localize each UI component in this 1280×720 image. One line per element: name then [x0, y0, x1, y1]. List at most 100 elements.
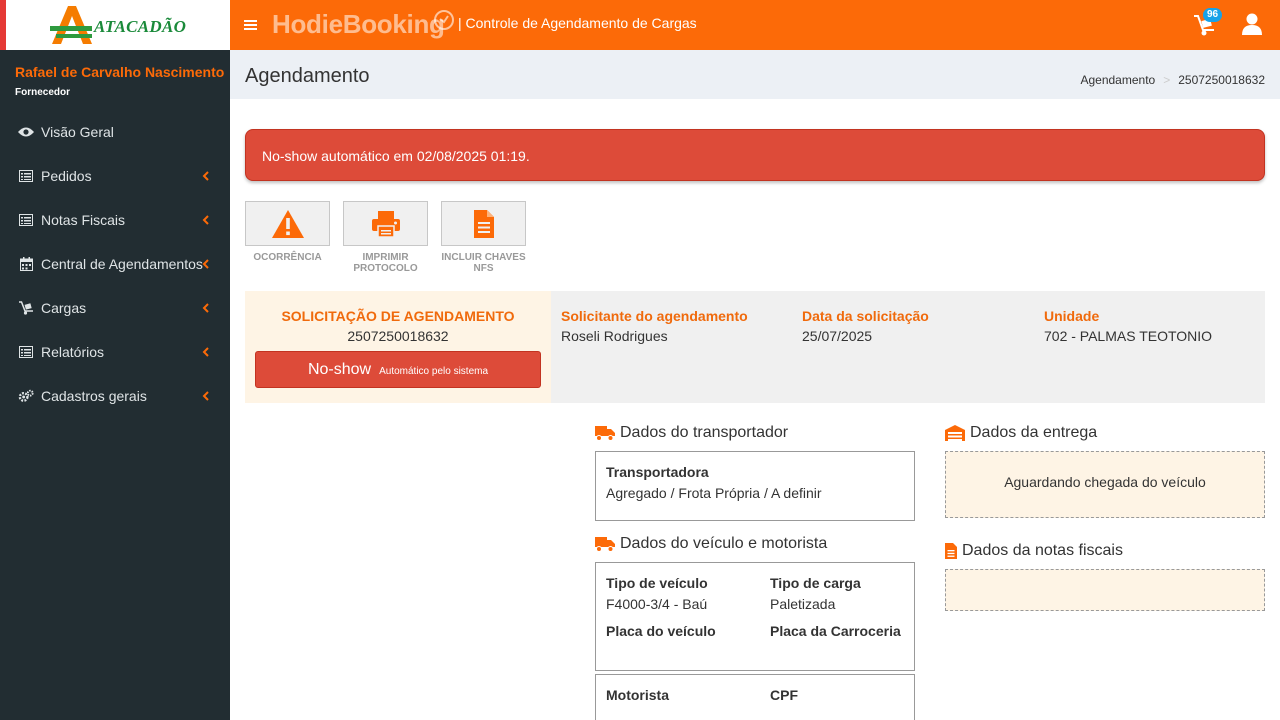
truck-icon	[595, 426, 615, 441]
section-title-text: Dados da entrega	[970, 424, 1098, 441]
vehicle-card: Tipo de veículo F4000-3/4 - Baú Tipo de …	[595, 562, 915, 671]
breadcrumb-separator: >	[1163, 73, 1171, 87]
unit-value: 702 - PALMAS TEOTONIO	[1044, 328, 1213, 344]
chevron-left-icon	[202, 171, 209, 181]
include-nfs-keys-button[interactable]: INCLUIR CHAVES NFS	[441, 201, 526, 274]
list-icon	[18, 168, 34, 184]
chevron-left-icon	[202, 391, 209, 401]
request-date-field: Data da solicitação 25/07/2025	[802, 308, 929, 344]
cargo-type-label: Tipo de carga	[770, 575, 861, 591]
sidebar-item-relatorios[interactable]: Relatórios	[0, 330, 230, 374]
content-header: Agendamento Agendamento > 2507250018632	[230, 50, 1280, 99]
eye-icon	[18, 124, 34, 140]
page-title: Agendamento	[245, 65, 370, 87]
no-show-alert: No-show automático em 02/08/2025 01:19.	[245, 129, 1265, 181]
print-protocol-button[interactable]: IMPRIMIR PROTOCOLO	[343, 201, 428, 274]
action-box[interactable]	[343, 201, 428, 246]
vehicle-section-title: Dados do veículo e motorista	[595, 535, 827, 553]
brand-logo[interactable]: ATACADÃO	[0, 0, 230, 50]
sidebar-item-label: Central de Agendamentos	[41, 256, 203, 272]
dolly-icon	[18, 300, 34, 316]
sidebar-item-cargas[interactable]: Cargas	[0, 286, 230, 330]
alert-text: No-show automático em 02/08/2025 01:19.	[262, 148, 530, 164]
top-navbar: ATACADÃO HodieBooking | Controle de Agen…	[0, 0, 1280, 50]
unit-label: Unidade	[1044, 308, 1100, 324]
section-title-text: Dados do veículo e motorista	[620, 535, 828, 552]
sidebar-item-label: Relatórios	[41, 344, 105, 360]
logo-wordmark: ATACADÃO	[94, 17, 187, 36]
notification-badge: 96	[1203, 8, 1223, 22]
requester-value: Roseli Rodrigues	[561, 328, 668, 344]
warning-icon	[271, 209, 304, 238]
user-role: Fornecedor	[15, 87, 71, 98]
carrier-label: Transportadora	[606, 464, 709, 480]
print-icon	[371, 210, 400, 238]
sidebar-item-central-agendamentos[interactable]: Central de Agendamentos	[0, 242, 230, 286]
app-subtitle: | Controle de Agendamento de Cargas	[458, 15, 697, 31]
clock-icon	[434, 10, 454, 30]
vehicle-type-value: F4000-3/4 - Baú	[606, 596, 708, 612]
request-date-value: 25/07/2025	[802, 328, 873, 344]
unit-field: Unidade 702 - PALMAS TEOTONIO	[1044, 308, 1212, 344]
app-name: HodieBooking	[272, 9, 445, 39]
requester-field: Solicitante do agendamento Roseli Rodrig…	[561, 308, 748, 344]
chevron-left-icon	[202, 215, 209, 225]
cargo-type-value: Paletizada	[770, 596, 836, 612]
status-label: No-show	[307, 360, 372, 378]
cpf-label: CPF	[770, 687, 798, 703]
driver-card: Motorista CPF	[595, 674, 915, 720]
chevron-left-icon	[202, 259, 209, 269]
delivery-message: Aguardando chegada do veículo	[1004, 474, 1206, 490]
breadcrumb-item-current: 2507250018632	[1178, 73, 1265, 87]
sidebar-item-label: Cargas	[41, 300, 87, 316]
request-panel: SOLICITAÇÃO DE AGENDAMENTO 2507250018632…	[245, 291, 1265, 403]
sidebar-item-cadastros-gerais[interactable]: Cadastros gerais	[0, 374, 230, 418]
request-number: 2507250018632	[347, 328, 449, 344]
sidebar-toggle-button[interactable]	[244, 14, 258, 36]
body-plate-label: Placa da Carroceria	[770, 623, 901, 639]
request-summary: SOLICITAÇÃO DE AGENDAMENTO 2507250018632…	[245, 291, 551, 403]
driver-label: Motorista	[606, 687, 669, 703]
atacadao-logo-icon	[50, 6, 92, 44]
carrier-card: Transportadora Agregado / Frota Própria …	[595, 451, 915, 521]
user-name: Rafael de Carvalho Nascimento	[15, 64, 225, 80]
sidebar-item-label: Notas Fiscais	[41, 212, 126, 228]
sidebar: Rafael de Carvalho Nascimento Fornecedor…	[0, 50, 230, 720]
warehouse-icon	[945, 425, 965, 441]
carrier-section-title: Dados do transportador	[595, 424, 788, 442]
sidebar-item-label: Cadastros gerais	[41, 388, 147, 404]
truck-icon	[595, 537, 615, 552]
occurrence-button[interactable]: OCORRÊNCIA	[245, 201, 330, 263]
breadcrumb-item[interactable]: Agendamento	[1080, 73, 1155, 87]
vehicle-type-label: Tipo de veículo	[606, 575, 708, 591]
invoices-card	[945, 569, 1265, 611]
section-title-text: Dados do transportador	[620, 424, 789, 441]
list-icon	[18, 344, 34, 360]
delivery-section-title: Dados da entrega	[945, 424, 1097, 442]
status-no-show-button[interactable]: No-show Automático pelo sistema	[255, 351, 541, 388]
sidebar-item-visao-geral[interactable]: Visão Geral	[0, 110, 230, 154]
calendar-icon	[18, 256, 34, 272]
section-title-text: Dados da notas fiscais	[962, 542, 1123, 559]
sidebar-item-label: Pedidos	[41, 168, 92, 184]
breadcrumb: Agendamento > 2507250018632	[1080, 73, 1265, 87]
requester-label: Solicitante do agendamento	[561, 308, 748, 324]
carrier-value: Agregado / Frota Própria / A definir	[606, 485, 822, 501]
request-date-label: Data da solicitação	[802, 308, 929, 324]
file-icon	[473, 209, 494, 238]
action-box[interactable]	[245, 201, 330, 246]
action-label: INCLUIR CHAVES NFS	[441, 252, 526, 274]
sidebar-item-pedidos[interactable]: Pedidos	[0, 154, 230, 198]
request-title: SOLICITAÇÃO DE AGENDAMENTO	[281, 308, 515, 324]
sidebar-menu: Visão Geral Pedidos Notas Fiscais Centra…	[0, 110, 230, 418]
sidebar-item-notas-fiscais[interactable]: Notas Fiscais	[0, 198, 230, 242]
sidebar-item-label: Visão Geral	[41, 124, 114, 140]
delivery-card: Aguardando chegada do veículo	[945, 451, 1265, 518]
action-label: OCORRÊNCIA	[253, 252, 322, 263]
action-box[interactable]	[441, 201, 526, 246]
hamburger-icon	[244, 20, 257, 30]
user-icon[interactable]	[1241, 12, 1263, 36]
vehicle-plate-label: Placa do veículo	[606, 623, 716, 639]
list-icon	[18, 212, 34, 228]
chevron-left-icon	[202, 347, 209, 357]
